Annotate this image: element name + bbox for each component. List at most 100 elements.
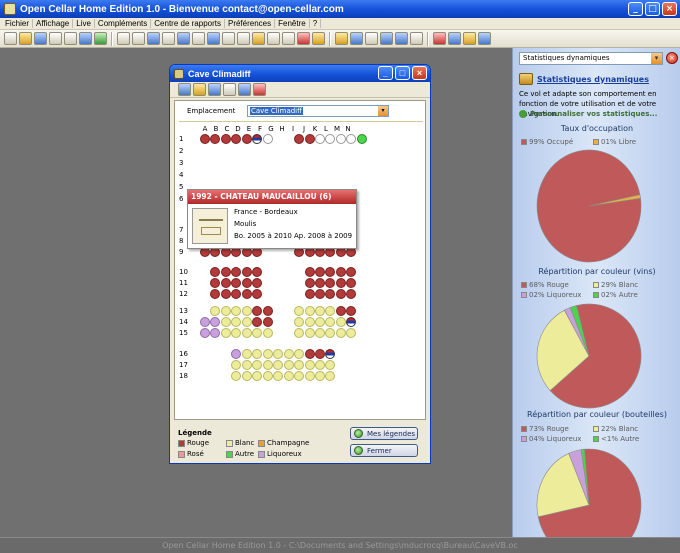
bottle-slot[interactable] <box>304 349 315 359</box>
web-icon[interactable] <box>395 32 408 45</box>
export-icon[interactable] <box>350 32 363 45</box>
bottle-slot[interactable] <box>325 349 336 359</box>
bottle-slot[interactable] <box>335 328 346 338</box>
list-icon[interactable] <box>132 32 145 45</box>
bottle-slot[interactable] <box>231 289 242 299</box>
options-icon[interactable] <box>433 32 446 45</box>
bottle-slot[interactable] <box>335 317 346 327</box>
bottle-slot[interactable] <box>252 134 263 144</box>
maximize-button[interactable]: □ <box>645 2 660 16</box>
panel-selector[interactable]: Statistiques dynamiques ▾ <box>519 52 663 65</box>
bottle-slot[interactable] <box>314 278 325 288</box>
bottle-slot[interactable] <box>200 317 210 327</box>
bottle-slot[interactable] <box>252 317 263 327</box>
cellar-zoom-icon[interactable] <box>193 83 206 96</box>
bottle-slot[interactable] <box>210 289 221 299</box>
bottle-slot[interactable] <box>241 317 252 327</box>
menu-complements[interactable]: Compléments <box>95 19 152 28</box>
bottle-slot[interactable] <box>252 289 263 299</box>
bottle-slot[interactable] <box>314 306 325 316</box>
bottle-slot[interactable] <box>314 289 325 299</box>
smiley-icon[interactable] <box>312 32 325 45</box>
bottle-slot[interactable] <box>325 306 336 316</box>
bottle-slot[interactable] <box>241 306 252 316</box>
bottle-slot[interactable] <box>231 134 242 144</box>
sync-icon[interactable] <box>380 32 393 45</box>
glass-icon[interactable] <box>282 32 295 45</box>
menu-preferences[interactable]: Préférences <box>225 19 276 28</box>
bottle-slot[interactable] <box>304 371 315 381</box>
menu-affichage[interactable]: Affichage <box>33 19 74 28</box>
print-icon[interactable] <box>49 32 62 45</box>
bottle-slot[interactable] <box>262 328 273 338</box>
bottle-slot[interactable] <box>252 349 263 359</box>
my-legends-button[interactable]: Mes légendes <box>350 427 418 440</box>
bottle-slot[interactable] <box>335 289 346 299</box>
chart-icon[interactable] <box>207 32 220 45</box>
bottle-slot[interactable] <box>210 267 221 277</box>
bottle-slot[interactable] <box>314 134 325 144</box>
import-icon[interactable] <box>365 32 378 45</box>
tools-icon[interactable] <box>335 32 348 45</box>
bottle-slot[interactable] <box>304 289 315 299</box>
bottle-slot[interactable] <box>294 349 305 359</box>
close-window-button[interactable]: Fermer <box>350 444 418 457</box>
bottle-slot[interactable] <box>273 349 284 359</box>
cellar-grid-icon[interactable] <box>208 83 221 96</box>
bottle-slot[interactable] <box>335 134 346 144</box>
bottle-slot[interactable] <box>252 267 263 277</box>
bottle-slot[interactable] <box>241 134 252 144</box>
tip-icon[interactable] <box>463 32 476 45</box>
bottle-slot[interactable] <box>294 306 305 316</box>
bottle-slot[interactable] <box>210 306 221 316</box>
help-icon[interactable] <box>478 32 491 45</box>
bottle-slot[interactable] <box>231 328 242 338</box>
bottle-slot[interactable] <box>314 371 325 381</box>
menu-help[interactable]: ? <box>310 19 322 28</box>
bottle-slot[interactable] <box>241 289 252 299</box>
bottle-slot[interactable] <box>346 134 357 144</box>
bottle-slot[interactable] <box>241 267 252 277</box>
bottle-slot[interactable] <box>283 349 294 359</box>
bottle-slot[interactable] <box>252 328 263 338</box>
bottle-slot[interactable] <box>220 306 231 316</box>
bottle-slot[interactable] <box>231 267 242 277</box>
bottle-slot[interactable] <box>200 328 210 338</box>
bottle-slot[interactable] <box>346 328 357 338</box>
medal-icon[interactable] <box>252 32 265 45</box>
bottle-slot[interactable] <box>304 306 315 316</box>
bottle-slot[interactable] <box>335 278 346 288</box>
bottle-slot[interactable] <box>294 134 305 144</box>
bottle-slot[interactable] <box>325 278 336 288</box>
menu-live[interactable]: Live <box>73 19 95 28</box>
report-icon[interactable] <box>192 32 205 45</box>
bottle-slot[interactable] <box>304 360 315 370</box>
cellar-maximize-button[interactable]: □ <box>395 66 410 80</box>
bottle-slot[interactable] <box>346 278 357 288</box>
bottle-slot[interactable] <box>241 371 252 381</box>
location-select[interactable]: Cave Climadiff ▾ <box>247 105 389 117</box>
bottle-slot[interactable] <box>304 278 315 288</box>
bottle-slot[interactable] <box>231 317 242 327</box>
bottle-slot[interactable] <box>210 278 221 288</box>
bottle-slot[interactable] <box>346 289 357 299</box>
bottle-slot[interactable] <box>325 134 336 144</box>
bottle-slot[interactable] <box>231 360 242 370</box>
bottle-slot[interactable] <box>325 371 336 381</box>
bottle-slot[interactable] <box>241 328 252 338</box>
search-icon[interactable] <box>79 32 92 45</box>
bottle-slot[interactable] <box>262 360 273 370</box>
menu-centre-rapports[interactable]: Centre de rapports <box>151 19 225 28</box>
grid-icon[interactable] <box>117 32 130 45</box>
bottle-slot[interactable] <box>335 267 346 277</box>
preview-icon[interactable] <box>64 32 77 45</box>
bottle-slot[interactable] <box>210 317 221 327</box>
bottle-slot[interactable] <box>252 371 263 381</box>
bottle-slot[interactable] <box>220 278 231 288</box>
producer-icon[interactable] <box>267 32 280 45</box>
bottle-slot[interactable] <box>325 289 336 299</box>
calendar-icon[interactable] <box>237 32 250 45</box>
menu-fichier[interactable]: Fichier <box>2 19 34 28</box>
refresh-icon[interactable] <box>94 32 107 45</box>
bottle-slot[interactable] <box>325 360 336 370</box>
